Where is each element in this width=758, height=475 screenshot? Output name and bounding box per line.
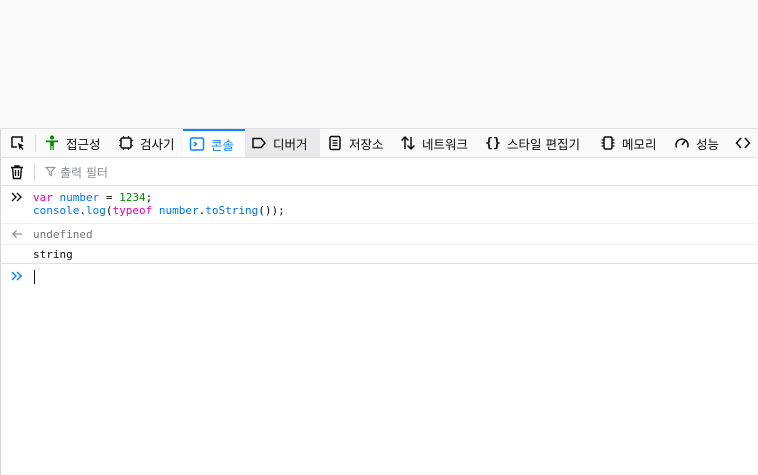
double-chevron-icon <box>11 192 22 202</box>
tab-console[interactable]: 콘솔 <box>183 129 245 157</box>
tab-label: 성능 <box>696 136 720 152</box>
prompt-chevron-icon <box>11 271 23 281</box>
filter-separator <box>34 164 35 181</box>
filter-output-input[interactable]: 출력 필터 <box>60 164 108 181</box>
network-icon <box>400 135 416 151</box>
tab-performance[interactable]: 성능 <box>668 129 719 157</box>
console-icon <box>189 136 205 152</box>
tab-label: 접근성 <box>66 136 101 152</box>
tab-style-editor[interactable]: {} 스타일 편집기 <box>479 129 580 157</box>
tab-label: 스타일 편집기 <box>507 136 580 152</box>
tab-label: 네트워크 <box>422 136 469 152</box>
console-result-message: undefined <box>1 224 758 245</box>
console-filter-bar: 출력 필터 <box>1 158 758 186</box>
code-token: ; <box>145 191 153 204</box>
result-value: undefined <box>33 228 93 241</box>
tab-accessibility[interactable]: 접근성 <box>38 129 101 157</box>
tab-label: 메모리 <box>622 136 657 152</box>
devtools-toolbar: 접근성 검사기 콘솔 디버거 저장소 네트워크 {} 스타일 편집기 메모리 성… <box>1 129 758 158</box>
page-content-area <box>0 0 758 128</box>
console-input-caret[interactable] <box>34 270 35 284</box>
element-picker-icon <box>11 136 24 150</box>
memory-icon <box>600 135 616 151</box>
code-token: log <box>85 204 106 217</box>
accessibility-icon <box>44 135 60 151</box>
code-brackets-icon <box>735 135 751 151</box>
tab-label: 저장소 <box>349 136 384 152</box>
toolbar-separator <box>35 135 36 152</box>
code-token: var <box>33 191 53 204</box>
tab-network[interactable]: 네트워크 <box>394 129 468 157</box>
code-token: typeof <box>112 204 153 217</box>
tab-memory[interactable]: 메모리 <box>594 129 657 157</box>
input-code: var number = 1234; console.log(typeof nu… <box>33 191 285 217</box>
code-token: number <box>59 191 100 204</box>
debugger-icon <box>251 135 267 151</box>
code-token: toString <box>205 204 259 217</box>
element-picker-button[interactable] <box>1 129 35 157</box>
tab-label: 콘솔 <box>211 137 235 153</box>
code-token: = <box>105 191 120 204</box>
style-editor-icon: {} <box>485 135 501 151</box>
filter-icon <box>45 166 56 177</box>
console-log-message: string <box>1 245 758 264</box>
log-value: string <box>33 248 73 261</box>
storage-icon <box>327 135 343 151</box>
code-token: ()); <box>258 204 285 217</box>
trash-icon[interactable] <box>9 164 25 180</box>
return-arrow-icon <box>12 230 22 238</box>
code-token: . <box>79 204 86 217</box>
tab-inspector[interactable]: 검사기 <box>112 129 175 157</box>
devtools-panel: 접근성 검사기 콘솔 디버거 저장소 네트워크 {} 스타일 편집기 메모리 성… <box>0 128 758 475</box>
performance-icon <box>674 135 690 151</box>
tab-storage[interactable]: 저장소 <box>321 129 384 157</box>
tab-label: 디버거 <box>273 136 308 152</box>
tab-more-tools[interactable] <box>729 129 758 157</box>
tab-label: 검사기 <box>140 136 175 152</box>
code-token: console <box>33 204 80 217</box>
code-token: 1234 <box>119 191 146 204</box>
inspector-icon <box>118 135 134 151</box>
console-input-message: var number = 1234; console.log(typeof nu… <box>1 186 758 224</box>
tab-debugger[interactable]: 디버거 <box>245 129 320 157</box>
code-token: number <box>158 204 199 217</box>
